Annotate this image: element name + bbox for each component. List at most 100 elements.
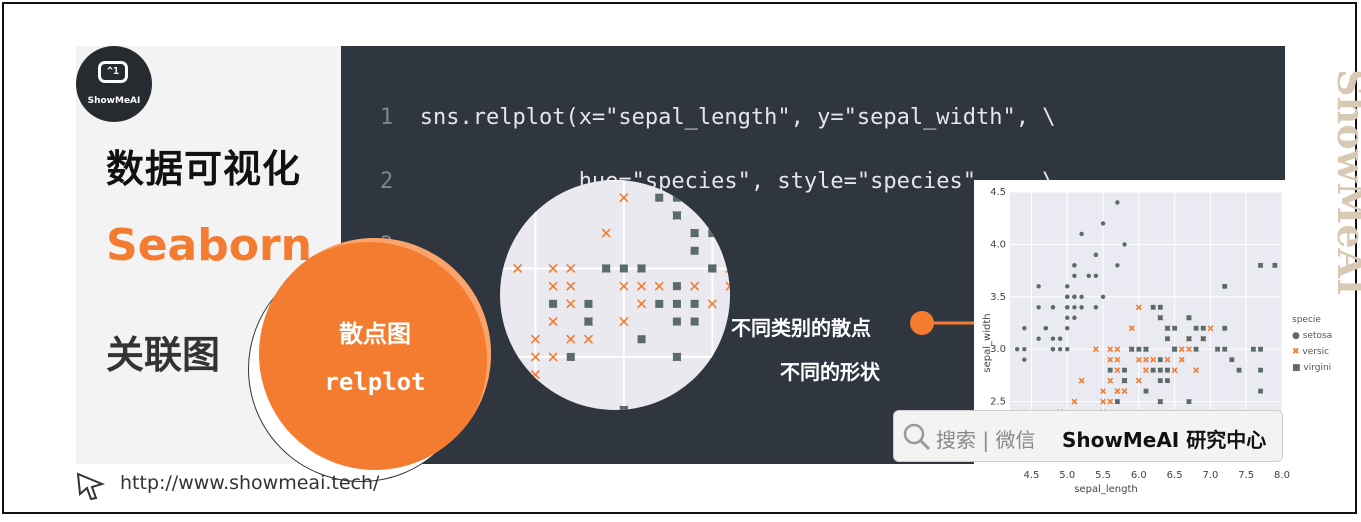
data-point (1258, 346, 1263, 352)
data-point (1079, 305, 1084, 310)
data-point (1150, 367, 1156, 373)
legend-item-setosa: ● setosa (1292, 331, 1333, 341)
x-axis-label: sepal_length (1074, 484, 1138, 495)
data-point (1258, 367, 1263, 373)
data-point (1165, 367, 1170, 373)
x-tick-label: 7.5 (1238, 470, 1254, 481)
data-point (1215, 346, 1220, 352)
data-point (672, 282, 681, 291)
data-point (655, 193, 664, 202)
data-point (1115, 263, 1120, 268)
data-point (725, 281, 730, 291)
data-point (566, 281, 576, 291)
data-point (1043, 326, 1048, 331)
data-point (1258, 262, 1263, 268)
data-point (1072, 263, 1077, 268)
showmeai-logo: ^1 ShowMeAI (76, 46, 152, 122)
data-point (636, 299, 647, 309)
data-point (1050, 336, 1056, 341)
data-point (619, 264, 628, 273)
data-point (1165, 336, 1170, 342)
data-point (619, 406, 628, 410)
data-point (637, 264, 646, 273)
zoomed-scatter (500, 180, 730, 410)
data-point (1079, 294, 1084, 299)
badge-circle (259, 238, 491, 470)
data-point (1129, 346, 1135, 352)
data-point (1165, 378, 1170, 384)
data-point (1072, 294, 1077, 299)
data-point (548, 316, 558, 327)
annotation-categories: 不同类别的散点 (731, 316, 871, 340)
data-point (1150, 304, 1156, 310)
data-point (583, 334, 594, 344)
brand-name: ShowMeAI 研究中心 (1062, 428, 1267, 452)
data-point (690, 281, 700, 291)
data-point (1093, 305, 1099, 310)
data-point (584, 299, 593, 308)
data-point (1114, 399, 1120, 404)
topic-subtitle: 关联图 (106, 333, 221, 377)
data-point (1086, 273, 1091, 279)
scatter-chart: 4.55.05.56.06.57.07.58.02.02.53.03.54.04… (982, 187, 1290, 495)
line-number: 1 (380, 105, 394, 130)
data-point (566, 352, 575, 361)
data-point (1050, 347, 1056, 352)
data-point (690, 317, 699, 326)
data-point (1122, 367, 1127, 373)
badge-title-en: relplot (324, 368, 426, 396)
code-text: hue="species", style="species", \ (419, 169, 1056, 194)
data-point (1222, 283, 1228, 289)
chart-legend: specie ● setosa ✖ versic ■ virgini (1292, 312, 1332, 376)
data-point (1036, 284, 1041, 289)
logo-text: ShowMeAI (87, 96, 141, 106)
code-line-2: 2 hue="species", style="species", \ (380, 166, 1056, 198)
data-point (636, 281, 647, 291)
data-point (672, 352, 681, 361)
data-point (1157, 367, 1163, 373)
data-point (1022, 326, 1027, 331)
data-point (655, 299, 664, 308)
data-point (1100, 221, 1106, 226)
footer-url[interactable]: http://www.showmeai.tech/ (120, 472, 379, 494)
data-point (1157, 357, 1163, 363)
watermark: ShowMeAI (1328, 69, 1361, 296)
data-point (690, 246, 699, 255)
data-point (1157, 315, 1163, 321)
data-point (1065, 326, 1070, 331)
data-point (1107, 367, 1113, 373)
data-point (708, 264, 717, 273)
y-tick-label: 4.5 (990, 187, 1006, 198)
data-point (1050, 305, 1056, 310)
data-point (1100, 294, 1106, 299)
line-number: 2 (380, 169, 394, 194)
data-point (1157, 304, 1163, 310)
x-tick-label: 5.0 (1059, 470, 1075, 481)
legend-label: versic (1302, 347, 1330, 357)
code-line-1: 1 sns.relplot(x="sepal_length", y="sepal… (380, 102, 1056, 134)
data-point (1022, 357, 1027, 362)
legend-label: setosa (1302, 331, 1333, 341)
x-tick-label: 6.0 (1131, 470, 1147, 481)
data-point (1122, 378, 1127, 384)
data-point (1136, 346, 1142, 352)
page-title: 数据可视化 (106, 147, 302, 191)
data-point (1065, 305, 1070, 310)
data-point (549, 299, 558, 308)
data-point (1022, 347, 1027, 352)
data-point (1222, 346, 1228, 352)
x-tick-label: 4.5 (1024, 470, 1040, 481)
data-point (1157, 378, 1163, 384)
x-tick-label: 6.5 (1167, 470, 1183, 481)
data-point (584, 317, 593, 326)
legend-item-virgini: ■ virgini (1292, 363, 1332, 373)
data-point (1165, 325, 1170, 331)
y-tick-label: 2.5 (990, 397, 1006, 408)
data-point (690, 229, 699, 238)
annotation-shapes: 不同的形状 (780, 360, 880, 384)
data-point (1057, 336, 1063, 341)
legend-title: specie (1292, 315, 1321, 325)
data-point (1065, 347, 1070, 352)
data-point (548, 281, 558, 291)
data-point (1172, 325, 1178, 331)
